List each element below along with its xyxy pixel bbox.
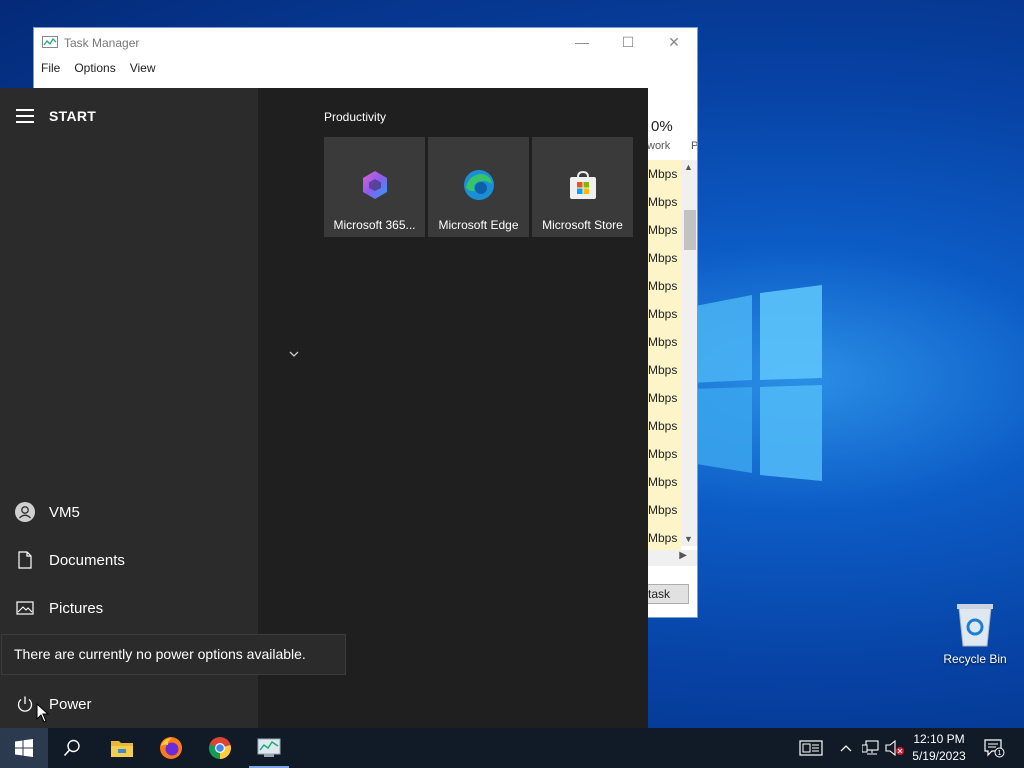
- file-explorer-icon: [111, 741, 133, 757]
- table-cell: Mbps: [647, 468, 681, 496]
- task-manager-title: Task Manager: [64, 36, 140, 50]
- start-menu: START VM5 Documents Pictures Power There…: [0, 88, 648, 728]
- recycle-bin-label: Recycle Bin: [943, 652, 1007, 666]
- mouse-cursor-icon: [36, 703, 50, 723]
- hamburger-menu-icon[interactable]: [16, 109, 34, 123]
- end-task-button[interactable]: task: [647, 584, 689, 604]
- start-sidebar: [0, 88, 258, 728]
- action-center-button[interactable]: 1: [978, 728, 1010, 768]
- task-manager-icon: [257, 738, 281, 757]
- network-cells: Mbps Mbps Mbps Mbps Mbps Mbps Mbps Mbps …: [647, 160, 681, 552]
- tile-group-label[interactable]: Productivity: [324, 110, 386, 124]
- volume-muted-icon: [885, 740, 904, 756]
- menu-file[interactable]: File: [41, 61, 60, 75]
- recycle-bin[interactable]: Recycle Bin: [940, 600, 1010, 666]
- user-avatar-icon: [15, 502, 35, 522]
- menu-options[interactable]: Options: [74, 61, 115, 75]
- pictures-icon: [15, 598, 35, 618]
- horizontal-scrollbar[interactable]: ▶: [647, 550, 697, 566]
- menu-view[interactable]: View: [130, 61, 156, 75]
- news-widget-button[interactable]: [794, 728, 828, 768]
- scroll-down-icon[interactable]: ▼: [684, 534, 693, 544]
- table-cell: Mbps: [647, 496, 681, 524]
- sidebar-item-documents[interactable]: Documents: [0, 540, 258, 580]
- table-cell: Mbps: [647, 356, 681, 384]
- table-cell: Mbps: [647, 328, 681, 356]
- task-manager-icon: [42, 36, 58, 48]
- news-icon: [799, 740, 823, 756]
- task-manager-menubar: File Options View: [34, 58, 697, 78]
- notification-icon: 1: [984, 739, 1005, 758]
- sidebar-item-label: Documents: [49, 551, 125, 569]
- chrome-icon: [209, 737, 231, 759]
- sidebar-item-label: VM5: [49, 503, 80, 521]
- vertical-scrollbar[interactable]: ▲ ▼: [681, 160, 697, 546]
- tile-microsoft-edge[interactable]: Microsoft Edge: [428, 137, 529, 237]
- chevron-down-icon[interactable]: [288, 350, 300, 358]
- document-icon: [15, 550, 35, 570]
- minimize-button[interactable]: —: [559, 28, 605, 56]
- table-cell: Mbps: [647, 384, 681, 412]
- windows-logo-wallpaper: [690, 285, 822, 481]
- sidebar-item-pictures[interactable]: Pictures: [0, 588, 258, 628]
- table-cell: Mbps: [647, 300, 681, 328]
- network-column-header[interactable]: work: [647, 140, 670, 152]
- network-percent: 0%: [651, 118, 673, 135]
- task-manager-taskbar-button[interactable]: [245, 728, 293, 768]
- tile-label: Microsoft 365...: [333, 218, 416, 232]
- table-cell: Mbps: [647, 216, 681, 244]
- scroll-up-icon[interactable]: ▲: [684, 162, 693, 172]
- tile-microsoft-365[interactable]: Microsoft 365...: [324, 137, 425, 237]
- sidebar-item-label: Pictures: [49, 599, 104, 617]
- tile-microsoft-store[interactable]: Microsoft Store: [532, 137, 633, 237]
- clock-date: 5/19/2023: [912, 749, 966, 763]
- power-tooltip: There are currently no power options ava…: [1, 634, 346, 675]
- search-button[interactable]: [48, 728, 96, 768]
- power-column-header[interactable]: P: [691, 140, 697, 152]
- tile-label: Microsoft Store: [542, 218, 623, 232]
- notification-count: 1: [998, 750, 1002, 757]
- firefox-button[interactable]: [147, 728, 195, 768]
- close-button[interactable]: ✕: [651, 28, 697, 56]
- table-cell: Mbps: [647, 440, 681, 468]
- taskbar: 12:10 PM 5/19/2023 1: [0, 728, 1024, 768]
- table-cell: Mbps: [647, 188, 681, 216]
- network-icon: [862, 740, 879, 755]
- recycle-bin-icon: [957, 604, 993, 647]
- start-button[interactable]: [0, 728, 48, 768]
- start-header: START: [16, 108, 96, 124]
- start-icon: [15, 739, 33, 757]
- table-cell: Mbps: [647, 244, 681, 272]
- tile-label: Microsoft Edge: [438, 218, 519, 232]
- taskbar-clock[interactable]: 12:10 PM 5/19/2023: [906, 731, 972, 765]
- chrome-button[interactable]: [196, 728, 244, 768]
- table-cell: Mbps: [647, 272, 681, 300]
- table-cell: Mbps: [647, 160, 681, 188]
- task-manager-network-column: 0% work P Mbps Mbps Mbps Mbps Mbps Mbps …: [647, 118, 697, 617]
- sidebar-item-user[interactable]: VM5: [0, 492, 258, 532]
- power-icon: [15, 694, 35, 714]
- volume-tray-button[interactable]: [884, 728, 906, 768]
- microsoft-365-icon: [362, 171, 387, 199]
- maximize-button[interactable]: ☐: [605, 28, 651, 56]
- chevron-up-icon: [840, 745, 852, 752]
- clock-time: 12:10 PM: [913, 732, 965, 746]
- scrollbar-thumb[interactable]: [684, 210, 696, 250]
- store-icon: [569, 170, 596, 199]
- start-title: START: [49, 108, 97, 124]
- firefox-icon: [160, 737, 182, 759]
- show-hidden-icons-button[interactable]: [836, 728, 856, 768]
- edge-icon: [463, 170, 494, 200]
- sidebar-item-label: Power: [49, 695, 92, 713]
- network-tray-button[interactable]: [860, 728, 882, 768]
- table-cell: Mbps: [647, 524, 681, 552]
- search-icon: [63, 739, 80, 757]
- table-cell: Mbps: [647, 412, 681, 440]
- file-explorer-button[interactable]: [98, 728, 146, 768]
